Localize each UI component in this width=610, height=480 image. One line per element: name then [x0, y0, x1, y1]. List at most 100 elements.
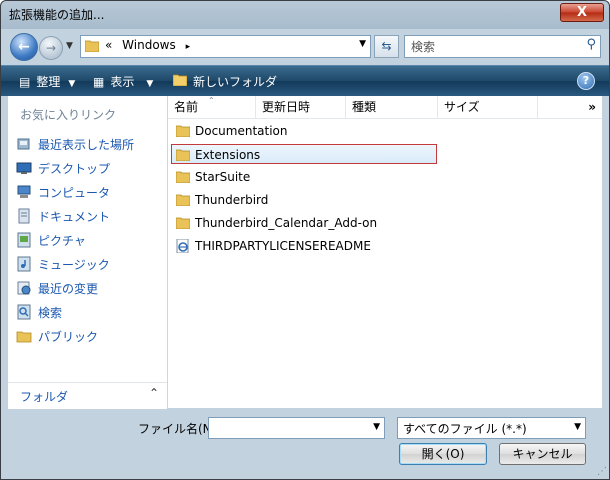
- filetype-value: すべてのファイル (*.*): [403, 422, 527, 436]
- music-icon: [16, 256, 32, 272]
- folders-label: フォルダ: [20, 390, 69, 404]
- public-folder-icon: [16, 328, 32, 344]
- organize-label: 整理: [36, 75, 61, 89]
- back-button[interactable]: ←: [10, 33, 38, 61]
- search-input[interactable]: [409, 38, 573, 56]
- search-icon[interactable]: ⚲: [586, 37, 596, 52]
- views-icon: ▦: [93, 75, 105, 89]
- nav-item-searches[interactable]: 検索: [16, 302, 166, 322]
- file-list: 名前 ⌃ 更新日時 種類 サイズ » Documentation Extensi…: [168, 96, 602, 408]
- search-box[interactable]: ⚲: [404, 35, 601, 58]
- folder-icon: [175, 216, 191, 232]
- new-folder-label: 新しいフォルダ: [193, 75, 278, 89]
- nav-item-computer[interactable]: コンピュータ: [16, 182, 166, 202]
- nav-label: 最近の変更: [38, 282, 99, 296]
- file-name: Thunderbird: [195, 193, 269, 207]
- folder-icon: [175, 193, 191, 209]
- pictures-icon: [16, 232, 32, 248]
- folders-toggle[interactable]: フォルダ ⌃: [8, 382, 167, 409]
- nav-label: ミュージック: [38, 258, 110, 272]
- resize-grip-icon[interactable]: ⋰: [597, 466, 607, 477]
- window-title: 拡張機能の追加...: [9, 8, 105, 22]
- desktop-icon: [16, 160, 32, 176]
- recently-changed-icon: [16, 280, 32, 296]
- folder-icon: [175, 148, 191, 164]
- help-icon[interactable]: ?: [577, 72, 595, 90]
- address-bar[interactable]: « Windows ▸ ▼: [80, 35, 371, 58]
- file-row-starsuite[interactable]: StarSuite: [172, 167, 434, 187]
- nav-item-documents[interactable]: ドキュメント: [16, 206, 166, 226]
- filetype-select[interactable]: すべてのファイル (*.*) ▼: [397, 417, 586, 439]
- views-label: 表示: [110, 75, 135, 89]
- nav-label: ドキュメント: [38, 210, 111, 224]
- dialog-window: 拡張機能の追加... X ← → ▼ « Windows ▸ ▼ ⇆ ⚲ ▤ 整理…: [0, 0, 610, 480]
- column-date-modified[interactable]: 更新日時: [256, 96, 346, 118]
- documents-icon: [16, 208, 32, 224]
- file-name: StarSuite: [195, 170, 251, 184]
- file-row-thunderbird-calendar[interactable]: Thunderbird_Calendar_Add-on: [172, 213, 434, 233]
- file-name: Documentation: [195, 124, 288, 138]
- forward-button[interactable]: →: [39, 36, 63, 60]
- chevron-up-icon: ⌃: [148, 386, 159, 400]
- nav-label: パブリック: [38, 330, 99, 344]
- open-button[interactable]: 開く(O): [399, 443, 487, 465]
- new-folder-button[interactable]: 新しいフォルダ: [172, 73, 278, 90]
- sort-ascending-icon: ⌃: [208, 96, 215, 105]
- nav-item-desktop[interactable]: デスクトップ: [16, 158, 166, 178]
- favorite-links-header: お気に入りリンク: [20, 108, 117, 122]
- column-label: 名前: [174, 100, 199, 114]
- more-columns-icon[interactable]: »: [588, 100, 596, 114]
- file-name: THIRDPARTYLICENSEREADME: [195, 239, 371, 253]
- nav-item-recently-changed[interactable]: 最近の変更: [16, 278, 166, 298]
- organize-button[interactable]: ▤ 整理 ▼: [19, 73, 75, 90]
- cancel-button[interactable]: キャンセル: [499, 443, 586, 465]
- computer-icon: [16, 184, 32, 200]
- breadcrumb-separator-icon[interactable]: ▸: [186, 42, 191, 52]
- breadcrumb: « Windows ▸: [105, 38, 190, 52]
- folder-icon: [175, 124, 191, 140]
- nav-item-music[interactable]: ミュージック: [16, 254, 166, 274]
- nav-label: デスクトップ: [38, 162, 111, 176]
- command-toolbar: ▤ 整理 ▼ ▦ 表示 ▼ 新しいフォルダ ?: [1, 65, 609, 96]
- chevron-down-icon: ▼: [68, 79, 76, 89]
- searches-icon: [16, 304, 32, 320]
- column-type[interactable]: 種類: [346, 96, 438, 118]
- title-bar[interactable]: 拡張機能の追加... X: [1, 1, 609, 27]
- nav-label: ピクチャ: [38, 234, 86, 248]
- views-button[interactable]: ▦ 表示 ▼: [93, 73, 153, 90]
- nav-label: コンピュータ: [38, 186, 111, 200]
- chevron-down-icon: ▼: [574, 422, 581, 432]
- bottom-bar: ファイル名(N): ▼ すべてのファイル (*.*) ▼ 開く(O) キャンセル…: [1, 408, 609, 479]
- filename-input[interactable]: [212, 419, 366, 438]
- nav-label: 検索: [38, 306, 63, 320]
- chevron-down-icon: ▼: [146, 79, 154, 89]
- nav-label: 最近表示した場所: [38, 138, 135, 152]
- html-document-icon: [176, 238, 190, 256]
- address-row: ← → ▼ « Windows ▸ ▼ ⇆ ⚲: [1, 29, 609, 63]
- column-size[interactable]: サイズ: [438, 96, 538, 118]
- new-folder-icon: [172, 73, 188, 89]
- nav-item-pictures[interactable]: ピクチャ: [16, 230, 166, 250]
- folder-icon: [84, 39, 100, 55]
- folder-icon: [175, 170, 191, 186]
- close-button[interactable]: X: [560, 3, 604, 22]
- column-headers: 名前 ⌃ 更新日時 種類 サイズ »: [168, 96, 602, 119]
- file-name: Thunderbird_Calendar_Add-on: [195, 216, 378, 230]
- recent-pages-dropdown-icon[interactable]: ▼: [66, 41, 76, 51]
- column-name[interactable]: 名前 ⌃: [168, 96, 256, 118]
- file-row-extensions[interactable]: Extensions: [171, 144, 437, 164]
- nav-item-public[interactable]: パブリック: [16, 326, 166, 346]
- breadcrumb-overflow[interactable]: «: [105, 38, 112, 52]
- filename-combobox[interactable]: ▼: [208, 417, 385, 439]
- breadcrumb-windows[interactable]: Windows: [122, 38, 176, 52]
- navigation-pane: お気に入りリンク 最近表示した場所 デスクトップ コンピュータ ドキュメント ピ…: [8, 96, 168, 409]
- file-name: Extensions: [195, 148, 261, 162]
- refresh-button[interactable]: ⇆: [374, 35, 399, 58]
- nav-item-recent-places[interactable]: 最近表示した場所: [16, 134, 166, 154]
- file-row-documentation[interactable]: Documentation: [172, 121, 434, 141]
- file-row-thunderbird[interactable]: Thunderbird: [172, 190, 434, 210]
- file-row-thirdpartylicense[interactable]: THIRDPARTYLICENSEREADME: [172, 236, 434, 256]
- address-dropdown-icon[interactable]: ▼: [359, 39, 366, 49]
- recent-places-icon: [16, 136, 32, 152]
- chevron-down-icon[interactable]: ▼: [373, 422, 380, 432]
